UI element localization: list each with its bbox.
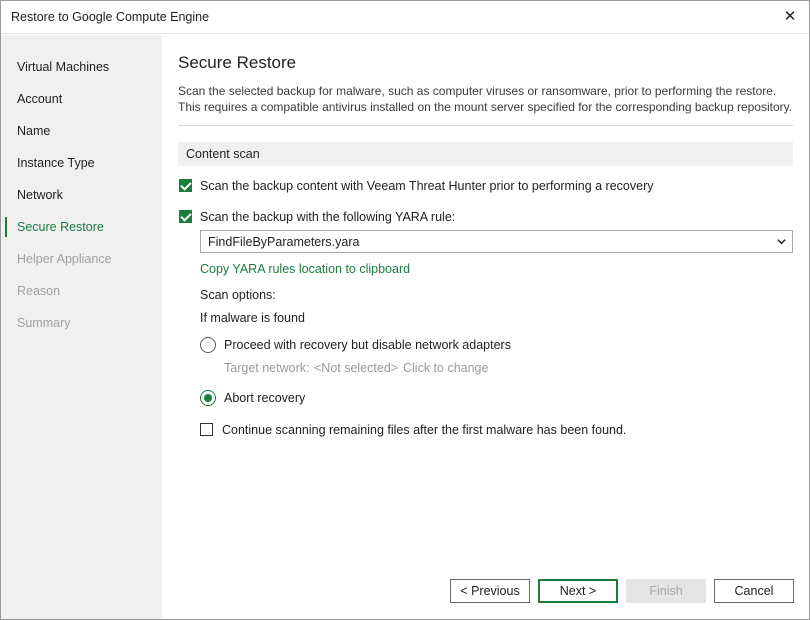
content-scan-section-header: Content scan (178, 142, 793, 166)
sidebar-item-network[interactable]: Network (1, 179, 162, 211)
copy-yara-location-link[interactable]: Copy YARA rules location to clipboard (200, 262, 410, 276)
proceed-with-recovery-label[interactable]: Proceed with recovery but disable networ… (224, 338, 511, 352)
yara-rule-value: FindFileByParameters.yara (208, 235, 360, 249)
next-button[interactable]: Next > (538, 579, 618, 603)
page-description: Scan the selected backup for malware, su… (178, 84, 793, 114)
section-title: Content scan (186, 147, 260, 161)
chevron-down-icon (777, 239, 786, 245)
main-panel: Secure Restore Scan the selected backup … (162, 35, 809, 619)
sidebar-item-helper-appliance: Helper Appliance (17, 252, 112, 266)
close-button[interactable]: ✕ (779, 6, 801, 28)
sidebar-item-virtual-machines[interactable]: Virtual Machines (1, 51, 162, 83)
continue-scanning-checkbox[interactable] (200, 423, 213, 436)
yara-rule-label[interactable]: Scan the backup with the following YARA … (200, 210, 455, 224)
abort-recovery-radio[interactable] (200, 390, 216, 406)
yara-rule-checkbox[interactable] (179, 210, 192, 223)
threat-hunter-label[interactable]: Scan the backup content with Veeam Threa… (200, 179, 653, 193)
window-title: Restore to Google Compute Engine (11, 10, 210, 24)
target-network-value: <Not selected> (314, 361, 399, 375)
continue-scanning-label[interactable]: Continue scanning remaining files after … (222, 423, 626, 437)
yara-rule-select[interactable]: FindFileByParameters.yara (200, 230, 793, 253)
target-network-label: Target network: (224, 361, 310, 375)
wizard-steps-sidebar: Virtual Machines Account Name Instance T… (1, 35, 162, 619)
sidebar-item-account[interactable]: Account (1, 83, 162, 115)
title-bar: Restore to Google Compute Engine ✕ (1, 1, 809, 34)
sidebar-item-summary: Summary (17, 316, 71, 330)
threat-hunter-checkbox[interactable] (179, 179, 192, 192)
malware-found-label: If malware is found (200, 311, 305, 325)
header-divider (178, 125, 793, 126)
page-title: Secure Restore (178, 53, 297, 72)
sidebar-item-secure-restore[interactable]: Secure Restore (1, 211, 162, 243)
sidebar-item-instance-type[interactable]: Instance Type (1, 147, 162, 179)
scan-options-label: Scan options: (200, 288, 276, 302)
close-icon: ✕ (783, 8, 797, 25)
cancel-button[interactable]: Cancel (714, 579, 794, 603)
finish-button: Finish (626, 579, 706, 603)
change-target-network-link: Click to change (403, 361, 489, 375)
sidebar-item-reason: Reason (17, 284, 61, 298)
proceed-with-recovery-radio[interactable] (200, 337, 216, 353)
sidebar-item-name[interactable]: Name (1, 115, 162, 147)
previous-button[interactable]: < Previous (450, 579, 530, 603)
abort-recovery-label[interactable]: Abort recovery (224, 391, 305, 405)
restore-wizard-window: Restore to Google Compute Engine ✕ Virtu… (0, 0, 810, 620)
